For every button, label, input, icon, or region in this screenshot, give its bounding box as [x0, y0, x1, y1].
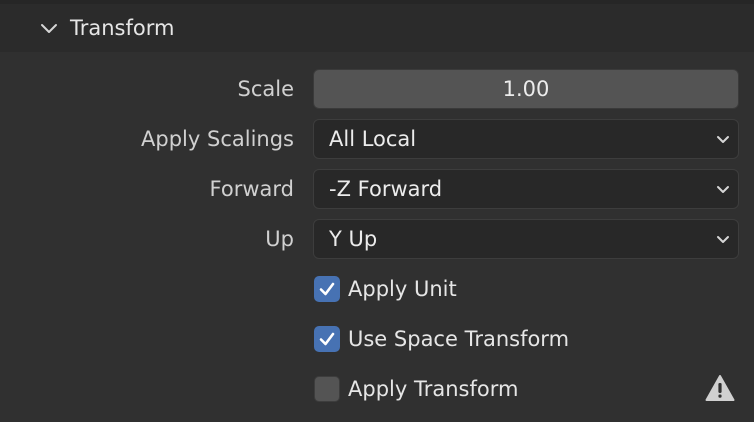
apply-scalings-value: All Local [329, 127, 417, 151]
apply-transform-checkbox[interactable] [314, 376, 340, 402]
forward-dropdown[interactable]: -Z Forward [313, 169, 739, 209]
forward-value: -Z Forward [329, 177, 443, 201]
chevron-down-icon [717, 136, 729, 143]
apply-unit-checkbox[interactable] [314, 276, 340, 302]
panel-title: Transform [70, 16, 175, 40]
forward-label: Forward [209, 177, 294, 201]
apply-scalings-dropdown[interactable]: All Local [313, 119, 739, 159]
scale-field[interactable]: 1.00 [313, 69, 739, 109]
chevron-down-icon [717, 236, 729, 243]
apply-transform-label: Apply Transform [348, 377, 519, 401]
apply-unit-label: Apply Unit [348, 277, 457, 301]
warning-icon [705, 375, 735, 401]
chevron-down-icon [41, 24, 57, 33]
chevron-down-icon [717, 186, 729, 193]
apply-scalings-label: Apply Scalings [141, 127, 294, 151]
scale-label: Scale [237, 77, 295, 101]
checkmark-icon [319, 332, 335, 346]
up-dropdown[interactable]: Y Up [313, 219, 739, 259]
checkmark-icon [319, 282, 335, 296]
up-value: Y Up [329, 227, 378, 251]
use-space-transform-label: Use Space Transform [348, 327, 570, 351]
up-label: Up [265, 227, 294, 251]
scale-value: 1.00 [502, 77, 550, 101]
transform-panel-header[interactable]: Transform [0, 4, 754, 52]
use-space-transform-checkbox[interactable] [314, 326, 340, 352]
